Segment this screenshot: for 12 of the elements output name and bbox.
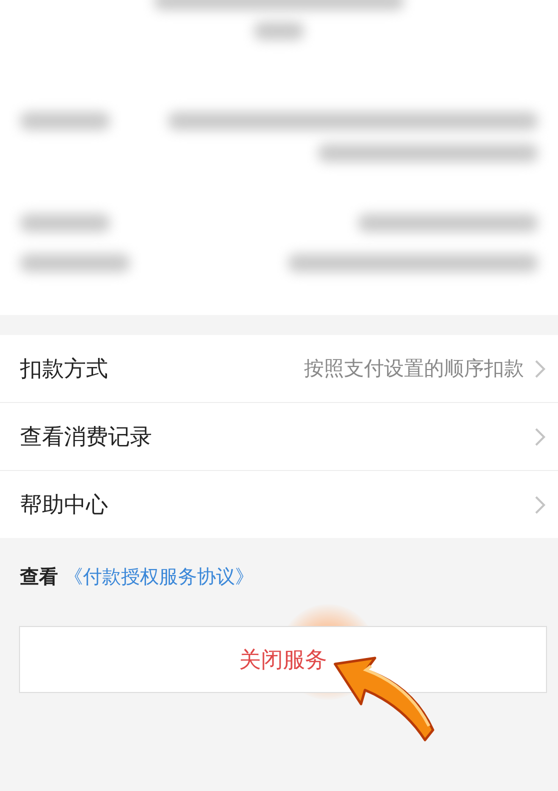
row-value: 按照支付设置的顺序扣款	[304, 355, 524, 382]
row-label: 查看消费记录	[20, 424, 153, 452]
settings-row[interactable]: 帮助中心	[0, 471, 558, 538]
agreement-prefix: 查看	[20, 566, 58, 588]
chevron-right-icon	[534, 426, 546, 446]
chevron-right-icon	[534, 494, 546, 514]
settings-row[interactable]: 扣款方式 按照支付设置的顺序扣款	[0, 335, 558, 403]
settings-row[interactable]: 查看消费记录	[0, 403, 558, 471]
chevron-right-icon	[534, 358, 546, 378]
row-label: 扣款方式	[20, 356, 109, 384]
row-label: 帮助中心	[20, 492, 109, 520]
close-service-button[interactable]: 关闭服务	[19, 626, 547, 693]
